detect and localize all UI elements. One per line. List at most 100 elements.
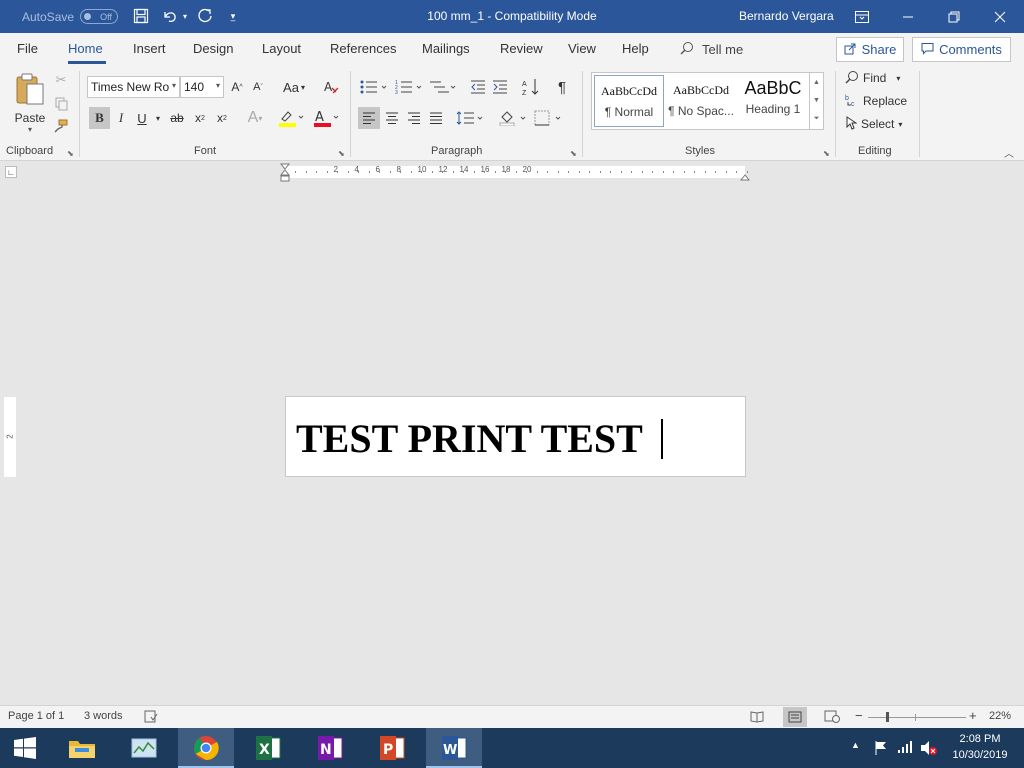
- page-count[interactable]: Page 1 of 1: [8, 710, 64, 722]
- tab-insert[interactable]: Insert: [133, 41, 166, 56]
- redo-icon[interactable]: [194, 6, 216, 26]
- network-icon[interactable]: [897, 740, 913, 757]
- justify-icon[interactable]: [425, 107, 447, 129]
- tab-layout[interactable]: Layout: [262, 41, 301, 56]
- font-launcher-icon[interactable]: ⬊: [338, 149, 345, 158]
- share-button[interactable]: Share: [836, 37, 904, 62]
- chevron-down-icon[interactable]: ▾: [153, 107, 163, 129]
- decrease-indent-icon[interactable]: [468, 76, 488, 98]
- tab-file[interactable]: File: [17, 41, 38, 56]
- minimize-icon[interactable]: [885, 0, 931, 33]
- font-size-combo[interactable]: 140 ▾: [180, 76, 224, 98]
- ribbon-display-options-icon[interactable]: [839, 0, 885, 33]
- change-case-button[interactable]: Aa ▾: [279, 77, 309, 97]
- italic-button[interactable]: I: [112, 107, 130, 129]
- save-icon[interactable]: [130, 6, 152, 26]
- tab-references[interactable]: References: [330, 41, 396, 56]
- zoom-level[interactable]: 22%: [989, 710, 1011, 722]
- shrink-font-icon[interactable]: Aˇ: [249, 77, 267, 97]
- line-spacing-icon[interactable]: [455, 107, 485, 129]
- format-painter-icon[interactable]: [53, 117, 69, 135]
- collapse-ribbon-icon[interactable]: ︿: [1002, 145, 1016, 160]
- select-button[interactable]: Select ▾: [845, 114, 902, 134]
- undo-dropdown-icon[interactable]: ▾: [179, 6, 191, 26]
- tab-view[interactable]: View: [568, 41, 596, 56]
- right-indent-marker[interactable]: [739, 170, 751, 181]
- chevron-down-icon[interactable]: ▼: [813, 97, 820, 104]
- clipboard-launcher-icon[interactable]: ⬊: [67, 149, 74, 158]
- tray-clock[interactable]: 2:08 PM 10/30/2019: [940, 731, 1020, 763]
- superscript-button[interactable]: x2: [212, 107, 232, 129]
- gallery-scrollbar[interactable]: ▲ ▼ ⏷: [809, 73, 823, 129]
- zoom-in-icon[interactable]: +: [969, 708, 977, 723]
- zoom-slider[interactable]: [868, 712, 966, 722]
- show-paragraph-marks-icon[interactable]: ¶: [552, 76, 572, 98]
- tab-mailings[interactable]: Mailings: [422, 41, 470, 56]
- shading-icon[interactable]: [497, 107, 529, 129]
- bold-button[interactable]: B: [89, 107, 110, 129]
- file-explorer-icon[interactable]: [54, 728, 110, 768]
- chevron-up-icon[interactable]: ▲: [851, 740, 860, 750]
- strikethrough-button[interactable]: ab: [167, 107, 187, 129]
- read-mode-icon[interactable]: [750, 710, 764, 726]
- tab-selector-icon[interactable]: ∟: [5, 166, 17, 178]
- subscript-button[interactable]: x2: [190, 107, 210, 129]
- multilevel-list-icon[interactable]: [427, 76, 459, 98]
- tab-design[interactable]: Design: [193, 41, 233, 56]
- paragraph-launcher-icon[interactable]: ⬊: [570, 149, 577, 158]
- undo-icon[interactable]: [159, 6, 181, 26]
- powerpoint-icon[interactable]: P: [364, 728, 420, 768]
- style-no-spacing[interactable]: AaBbCcDd ¶ No Spac...: [666, 75, 736, 127]
- styles-launcher-icon[interactable]: ⬊: [823, 149, 830, 158]
- word-count[interactable]: 3 words: [84, 710, 123, 722]
- style-heading-1[interactable]: AaBbC Heading 1: [738, 75, 808, 127]
- tab-help[interactable]: Help: [622, 41, 649, 56]
- windows-start-icon[interactable]: [0, 728, 50, 768]
- customize-toolbar-icon[interactable]: ▾̲: [224, 6, 242, 26]
- font-name-combo[interactable]: Times New Ro ▾: [87, 76, 180, 98]
- restore-icon[interactable]: [931, 0, 977, 33]
- proofing-icon[interactable]: [144, 710, 158, 726]
- user-name[interactable]: Bernardo Vergara: [739, 0, 834, 33]
- style-normal[interactable]: AaBbCcDd ¶ Normal: [594, 75, 664, 127]
- horizontal-ruler[interactable]: 2 4 6 8 10 12 14 16 18 20: [279, 163, 751, 182]
- sort-icon[interactable]: AZ: [520, 76, 542, 98]
- print-layout-icon[interactable]: [783, 707, 807, 727]
- excel-icon[interactable]: X: [240, 728, 296, 768]
- numbering-icon[interactable]: 123: [393, 76, 425, 98]
- comments-button[interactable]: Comments: [912, 37, 1011, 62]
- task-manager-icon[interactable]: [116, 728, 172, 768]
- document-page[interactable]: TEST PRINT TEST: [285, 396, 746, 477]
- clear-formatting-icon[interactable]: A: [320, 76, 342, 98]
- chrome-icon[interactable]: [178, 728, 234, 768]
- font-color-icon[interactable]: A: [311, 107, 341, 129]
- vertical-ruler[interactable]: 2: [4, 397, 16, 477]
- align-right-icon[interactable]: [403, 107, 425, 129]
- indent-marker[interactable]: [279, 163, 291, 182]
- volume-muted-icon[interactable]: [920, 740, 938, 759]
- chevron-up-icon[interactable]: ▲: [813, 79, 820, 86]
- tab-review[interactable]: Review: [500, 41, 543, 56]
- align-center-icon[interactable]: [381, 107, 403, 129]
- zoom-out-icon[interactable]: −: [855, 708, 863, 723]
- word-icon[interactable]: W: [426, 728, 482, 768]
- document-text[interactable]: TEST PRINT TEST: [296, 415, 643, 462]
- text-effects-icon[interactable]: A ▾: [241, 107, 269, 129]
- cut-icon[interactable]: ✂: [53, 71, 69, 89]
- onenote-icon[interactable]: N: [302, 728, 358, 768]
- bullets-icon[interactable]: [358, 76, 390, 98]
- web-layout-icon[interactable]: [824, 710, 840, 726]
- copy-icon[interactable]: [53, 95, 69, 113]
- increase-indent-icon[interactable]: [490, 76, 510, 98]
- autosave-toggle[interactable]: Off: [80, 9, 118, 24]
- paste-button[interactable]: Paste ▾: [10, 71, 50, 135]
- zoom-thumb[interactable]: [886, 712, 889, 722]
- align-left-icon[interactable]: [358, 107, 380, 129]
- tell-me-search[interactable]: Tell me: [680, 41, 743, 58]
- find-button[interactable]: Find ▾: [845, 68, 900, 88]
- replace-button[interactable]: bc Replace: [845, 91, 907, 111]
- more-styles-icon[interactable]: ⏷: [814, 115, 820, 123]
- flag-icon[interactable]: [874, 740, 888, 759]
- close-icon[interactable]: [977, 0, 1023, 33]
- tab-home[interactable]: Home: [68, 41, 103, 56]
